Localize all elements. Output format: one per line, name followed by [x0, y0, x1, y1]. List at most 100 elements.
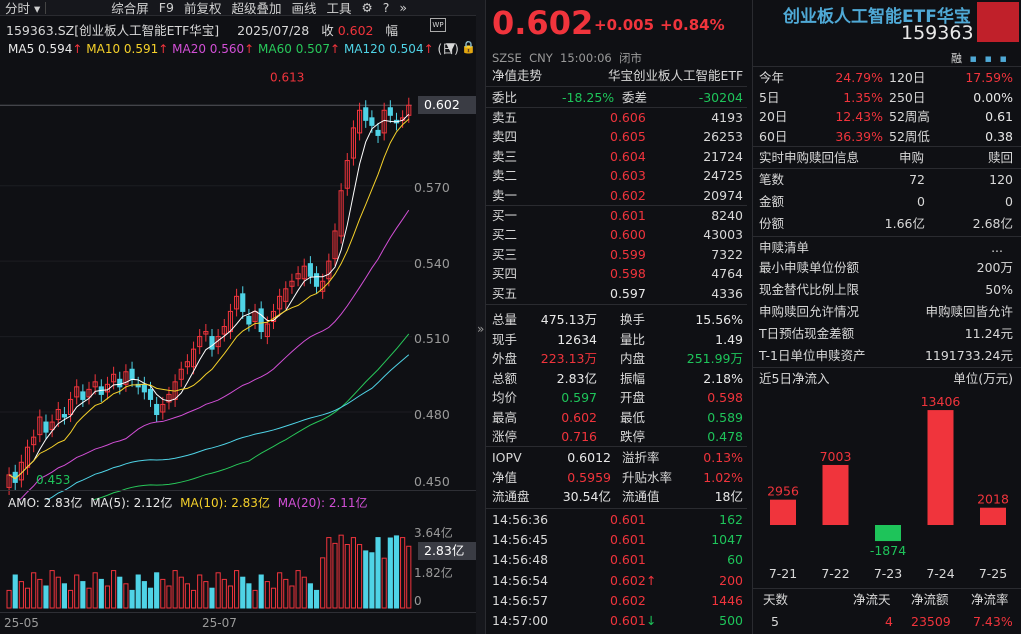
sulist-value: 50% — [985, 280, 1013, 299]
bid-row: 买一 0.601 8240 — [486, 206, 747, 225]
perf-label: 60日 — [759, 127, 787, 146]
tick-volume: 200 — [719, 571, 743, 590]
divider — [0, 612, 476, 613]
stat-value: 0.597 — [561, 388, 597, 407]
ma-legend: MA5 0.594↑ MA10 0.591↑ MA20 0.560↑ MA60 … — [8, 40, 459, 57]
tick-time: 14:56:36 — [492, 510, 548, 529]
stat-label: 量比 — [620, 330, 645, 349]
currency: CNY — [529, 51, 553, 65]
perf-label: 250日 — [889, 88, 925, 107]
volume-bar — [284, 579, 288, 608]
weicha-label: 委差 — [622, 88, 647, 107]
perf-value: 24.79% — [835, 68, 883, 87]
expand-icon[interactable]: » — [477, 322, 484, 336]
sulist-label: 申购赎回允许情况 — [759, 302, 859, 321]
bid-volume: 4336 — [711, 284, 743, 303]
high-marker: 0.613 — [270, 71, 304, 85]
volume-bar — [118, 577, 122, 608]
tab-adjust[interactable]: 前复权 — [179, 0, 227, 17]
wp-icon[interactable]: WP — [430, 18, 446, 32]
tab-overlay[interactable]: 超级叠加 — [226, 0, 286, 17]
divider — [486, 508, 747, 509]
candle-body — [130, 369, 134, 379]
ma120-label: MA120 0.504 — [344, 42, 424, 56]
tab-composite[interactable]: 综合屏 — [106, 0, 154, 17]
perf-label: 120日 — [889, 68, 925, 87]
tab-f9[interactable]: F9 — [154, 0, 179, 15]
volume-bar — [407, 546, 411, 608]
volume-bar — [388, 538, 392, 608]
bid-level-label: 买五 — [492, 284, 517, 303]
perf-value: 0.38 — [985, 127, 1013, 146]
stat-row: 均价 0.597 开盘 0.598 — [486, 388, 747, 407]
volume-bar — [394, 536, 398, 608]
stat-label: 开盘 — [620, 388, 645, 407]
period-select[interactable]: 分时 ▾ — [0, 0, 45, 17]
tick-price: 0.602 — [610, 571, 646, 590]
tab-draw[interactable]: 画线 — [286, 0, 321, 17]
kline-chart-pane[interactable]: 159363.SZ[创业板人工智能ETF华宝] 2025/07/28 收 0.6… — [0, 16, 476, 634]
alert-icon[interactable]: ▪ — [984, 52, 991, 65]
add-icon[interactable]: ▪ — [970, 52, 977, 65]
tick-price: 0.602 — [610, 591, 646, 610]
volume-bar — [235, 571, 239, 608]
flow-summary-value: 4 — [885, 612, 893, 631]
security-name: [创业板人工智能ETF华宝] — [74, 23, 219, 38]
pane-splitter[interactable]: » — [476, 0, 485, 634]
candle-body — [388, 108, 392, 116]
volume-axis: 3.64亿 2.83亿 1.82亿 0 — [412, 512, 476, 612]
ask-volume: 21724 — [703, 147, 743, 166]
volume-bar — [259, 575, 263, 608]
price-tick: 0.510 — [414, 331, 450, 346]
stat-label: 总额 — [492, 369, 517, 388]
tick-time: 14:56:57 — [492, 591, 548, 610]
inflow-bar — [770, 500, 796, 525]
price-axis: 0.602 0.570 0.540 0.510 0.480 0.450 — [412, 60, 476, 500]
stat-label: 内盘 — [620, 349, 645, 368]
tick-row: 14:56:57 0.602 1446 — [486, 591, 747, 610]
weibi-value: -18.25% — [562, 88, 614, 107]
tick-price: 0.601 — [610, 611, 646, 630]
volume-bar — [142, 582, 146, 608]
collapse-icon[interactable]: » — [394, 0, 412, 15]
perf-row: 5日 1.35% 250日 0.00% — [753, 88, 1021, 107]
tab-tools[interactable]: 工具 — [321, 0, 356, 17]
ma10-label: MA10 0.591 — [86, 42, 158, 56]
divider — [753, 236, 1021, 237]
fund-logo — [977, 2, 1019, 42]
bid-price: 0.599 — [610, 245, 646, 264]
perf-row: 20日 12.43% 52周高 0.61 — [753, 107, 1021, 126]
volume-bar — [25, 588, 29, 608]
candle-body — [308, 264, 312, 277]
rong-badge[interactable]: 融 — [951, 52, 962, 65]
divider — [486, 86, 747, 87]
gear-icon[interactable]: ⚙ — [357, 0, 378, 15]
volume-bar — [50, 571, 54, 608]
lock-icon[interactable]: 🔒 — [461, 40, 476, 54]
top-toolbar: 分时 ▾ 综合屏 F9 前复权 超级叠加 画线 工具 ⚙ ? » — [0, 0, 476, 16]
help-icon[interactable]: ? — [378, 0, 395, 15]
volume-bar — [265, 582, 269, 608]
volume-bar — [173, 571, 177, 608]
volume-bar — [179, 577, 183, 608]
volume-bar — [112, 571, 116, 608]
volume-bar — [216, 573, 220, 608]
dropdown-icon[interactable]: ▼ — [446, 40, 455, 54]
volume-bar — [401, 538, 405, 608]
ask-row: 卖三 0.604 21724 — [486, 147, 747, 166]
stat-value: 2.83亿 — [557, 369, 597, 388]
volume-bar — [87, 588, 91, 608]
volume-bar — [7, 590, 11, 608]
volume-bar — [130, 590, 134, 608]
volume-bar — [75, 575, 79, 608]
iopv-row: 净值 0.5959 升贴水率 1.02% — [486, 468, 747, 487]
share-icon[interactable]: ▪ — [999, 52, 1006, 65]
more-icon[interactable]: ... — [991, 238, 1003, 257]
stat-label: 总量 — [492, 310, 517, 329]
bid-level-label: 买三 — [492, 245, 517, 264]
subscribe-header: 申购 — [899, 148, 924, 167]
perf-value: 17.59% — [965, 68, 1013, 87]
flow-summary-label: 净流额 — [911, 590, 949, 609]
volume-bar — [124, 584, 128, 608]
nav-trend-row[interactable]: 净值走势 华宝创业板人工智能ETF — [486, 66, 747, 85]
